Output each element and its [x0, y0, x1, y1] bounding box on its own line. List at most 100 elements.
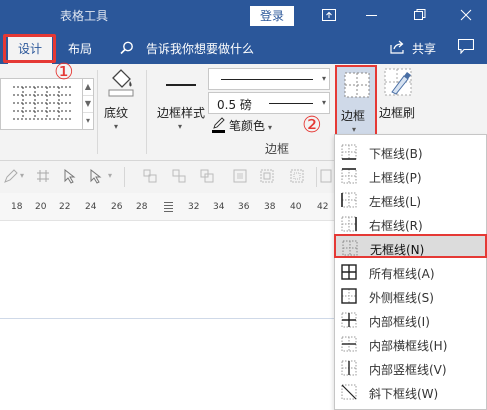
restore-button[interactable] [402, 0, 440, 31]
comments-button[interactable] [457, 38, 475, 57]
group-separator [97, 70, 98, 154]
bring-forward-icon[interactable] [233, 169, 247, 183]
chevron-down-icon[interactable]: ▾ [114, 122, 118, 131]
pen-color-button[interactable]: 笔颜色 ▾ [212, 117, 272, 134]
line-weight-dropdown[interactable]: 0.5 磅 ▾ [208, 92, 330, 114]
send-backward-icon[interactable] [260, 169, 274, 183]
annotation-step-1: ① [54, 60, 74, 85]
ruler-number: 28 [136, 202, 148, 212]
tell-me-search[interactable]: 告诉我你想要做什么 [120, 40, 255, 57]
pen-tool-icon[interactable] [4, 169, 18, 183]
menu-item-diagonal-down-border[interactable]: 斜下框线(W) [335, 380, 486, 404]
ruler-number: 34 [213, 202, 225, 212]
borders-group-label: 边框 [265, 142, 290, 156]
bottom-border-icon [341, 144, 357, 160]
document-canvas[interactable] [0, 222, 334, 410]
chevron-down-icon[interactable]: ▾ [108, 171, 112, 180]
menu-item-label: 外侧框线(S) [369, 291, 434, 305]
ruler-number: 38 [264, 202, 276, 212]
close-button[interactable] [448, 0, 486, 31]
pointer-icon[interactable] [64, 169, 76, 184]
annotation-highlight-design-tab [3, 34, 56, 63]
tell-me-label: 告诉我你想要做什么 [146, 42, 255, 56]
menu-item-inside-horizontal-border[interactable]: 内部横框线(H) [335, 332, 486, 356]
chevron-down-icon[interactable]: ▾ [178, 122, 182, 131]
menu-item-label: 无框线(N) [370, 243, 425, 257]
ruler-number: 18 [11, 202, 23, 212]
chevron-down-icon: ▾ [352, 125, 357, 134]
search-icon [120, 41, 133, 55]
border-painter-label[interactable]: 边框刷 [379, 104, 415, 121]
ruler-number: 36 [238, 202, 250, 212]
ruler-column-marker[interactable] [164, 201, 173, 212]
ruler-number: 40 [290, 202, 302, 212]
menu-item-top-border[interactable]: 上框线(P) [335, 164, 486, 188]
menu-item-label: 所有框线(A) [369, 267, 435, 281]
menu-item-left-border[interactable]: 左框线(L) [335, 188, 486, 212]
share-icon [390, 40, 404, 54]
line-style-dropdown[interactable]: ▾ [208, 68, 330, 90]
tab-layout[interactable]: 布局 [68, 40, 92, 57]
ruler-number: 32 [188, 202, 200, 212]
gallery-more-icon[interactable]: ▾ [83, 113, 93, 130]
align-icon[interactable] [143, 169, 157, 183]
shading-label: 底纹 [104, 106, 129, 120]
share-button[interactable]: 共享 [390, 40, 436, 57]
menu-item-label: 左框线(L) [369, 195, 422, 209]
line-weight-preview [269, 103, 313, 104]
contextual-tab-title: 表格工具 [60, 9, 109, 23]
pointer-select-icon[interactable] [90, 169, 102, 184]
ribbon-display-options-button[interactable] [310, 0, 348, 31]
line-style-preview [221, 79, 313, 80]
shading-button[interactable] [103, 68, 139, 101]
inside-horizontal-border-icon [341, 336, 357, 352]
wrap-text-icon[interactable] [290, 169, 304, 183]
ruler-number: 22 [59, 202, 71, 212]
gallery-down-icon[interactable]: ▼ [83, 96, 93, 113]
menu-item-bottom-border[interactable]: 下框线(B) [335, 140, 486, 164]
hash-icon[interactable] [36, 169, 50, 183]
top-border-icon [341, 168, 357, 184]
line-weight-value: 0.5 磅 [217, 98, 252, 112]
toolbar-separator [124, 167, 125, 187]
ribbon-display-icon [322, 9, 336, 21]
borders-label: 边框 [341, 109, 366, 123]
group-objects-icon[interactable] [200, 169, 214, 183]
menu-item-all-borders[interactable]: 所有框线(A) [335, 260, 486, 284]
right-border-icon [341, 216, 357, 232]
minimize-button[interactable] [354, 0, 392, 31]
distribute-icon[interactable] [172, 169, 186, 183]
no-border-icon [342, 240, 358, 256]
table-border-line [0, 318, 334, 319]
group-separator [146, 70, 147, 154]
ruler-number: 24 [85, 202, 97, 212]
border-painter-icon [384, 68, 412, 96]
menu-item-label: 内部横框线(H) [369, 339, 448, 353]
gallery-up-icon[interactable]: ▲ [83, 79, 93, 96]
chevron-down-icon[interactable]: ▾ [20, 171, 24, 180]
borders-dropdown-menu: 下框线(B) 上框线(P) 左框线(L) 右框线(R) 无框线(N) 所有框线(… [334, 134, 487, 410]
border-styles-label[interactable]: 边框样式 [157, 104, 205, 121]
border-painter-button[interactable] [380, 68, 418, 101]
inside-vertical-border-icon [341, 360, 357, 376]
menu-item-label: 斜下框线(W) [369, 387, 439, 401]
diagonal-down-border-icon [341, 384, 357, 400]
menu-item-label: 内部竖框线(V) [369, 363, 447, 377]
menu-item-label: 上框线(P) [369, 171, 422, 185]
chevron-down-icon: ▾ [321, 74, 326, 83]
paint-bucket-icon [108, 69, 134, 97]
menu-item-inside-borders[interactable]: 内部框线(I) [335, 308, 486, 332]
menu-item-label: 右框线(R) [369, 219, 423, 233]
menu-item-inside-vertical-border[interactable]: 内部竖框线(V) [335, 356, 486, 380]
horizontal-ruler: 18 20 22 24 26 28 32 34 36 38 40 42 [0, 193, 334, 221]
table-style-gallery-scroll[interactable]: ▲ ▼ ▾ [82, 78, 94, 130]
pen-icon [213, 117, 225, 129]
menu-item-no-border[interactable]: 无框线(N) [334, 234, 487, 258]
border-styles-preview-icon[interactable] [166, 84, 196, 86]
table-style-preview[interactable] [0, 78, 84, 130]
menu-item-right-border[interactable]: 右框线(R) [335, 212, 486, 236]
all-borders-icon [341, 264, 357, 280]
login-button[interactable]: 登录 [250, 6, 294, 26]
more-tools-icon[interactable] [320, 169, 332, 183]
menu-item-outside-borders[interactable]: 外侧框线(S) [335, 284, 486, 308]
